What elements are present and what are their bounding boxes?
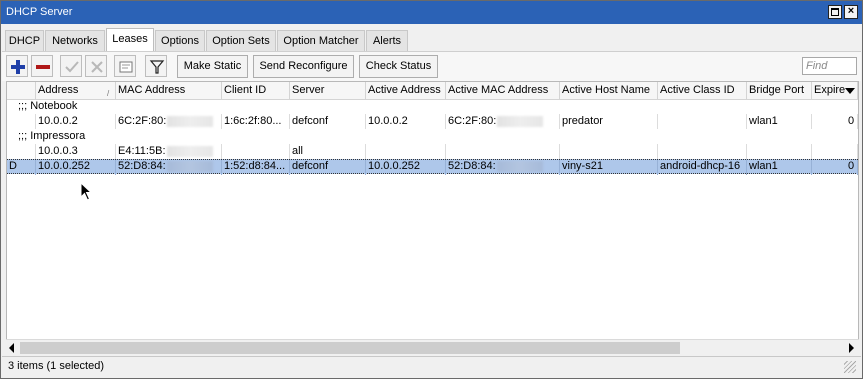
restore-button[interactable] [828, 5, 842, 19]
filter-button[interactable] [145, 55, 167, 77]
tab-networks[interactable]: Networks [45, 30, 105, 51]
disable-icon [91, 61, 103, 73]
cell-server: all [290, 144, 366, 159]
comment-text: ;;; Notebook [18, 100, 78, 112]
column-menu-icon[interactable] [845, 88, 855, 94]
enable-icon [65, 61, 79, 73]
column-header-flags[interactable] [7, 82, 36, 100]
cell-mac-address: 52:D8:84: [116, 160, 222, 175]
cell-flag [7, 144, 36, 159]
column-header-bridge-port[interactable]: Bridge Port [747, 82, 812, 100]
check-status-button[interactable]: Check Status [359, 55, 438, 78]
remove-icon [36, 65, 50, 69]
cell-client-id: 1:52:d8:84... [222, 160, 290, 175]
column-header-client-id[interactable]: Client ID [222, 82, 290, 100]
comment-text: ;;; Impressora [18, 130, 86, 142]
cell-expire [812, 144, 858, 159]
tab-leases[interactable]: Leases [106, 28, 154, 52]
restore-icon [831, 8, 839, 16]
cell-active-host-name: viny-s21 [560, 160, 658, 175]
cell-bridge-port [747, 144, 812, 159]
horizontal-scrollbar[interactable] [6, 339, 859, 355]
tab-alerts[interactable]: Alerts [366, 30, 408, 51]
cell-expire: 0 [812, 160, 858, 175]
scroll-right-icon[interactable] [849, 343, 854, 353]
cell-address: 10.0.0.252 [36, 160, 116, 175]
make-static-button[interactable]: Make Static [177, 55, 248, 78]
close-button[interactable]: × [844, 5, 858, 19]
disable-button[interactable] [85, 55, 107, 77]
column-header-server[interactable]: Server [290, 82, 366, 100]
tab-options[interactable]: Options [155, 30, 205, 51]
close-icon: × [847, 5, 855, 17]
redacted-mask [497, 115, 544, 127]
cell-flag: D [7, 160, 36, 175]
cell-mac-address: 6C:2F:80: [116, 114, 222, 129]
leases-table: Address / MAC Address Client ID Server Ac… [6, 81, 859, 355]
cell-active-host-name [560, 144, 658, 159]
column-header-active-address[interactable]: Active Address [366, 82, 446, 100]
cell-server: defconf [290, 114, 366, 129]
cell-bridge-port: wlan1 [747, 114, 812, 129]
tab-option-matcher[interactable]: Option Matcher [277, 30, 365, 51]
column-header-address[interactable]: Address / [36, 82, 116, 100]
mouse-cursor-icon [80, 182, 93, 201]
tab-dhcp[interactable]: DHCP [5, 30, 44, 51]
enable-button[interactable] [60, 55, 82, 77]
column-header-active-host-name[interactable]: Active Host Name [560, 82, 658, 100]
add-button[interactable] [6, 55, 28, 77]
redacted-mask [167, 115, 214, 127]
cell-client-id: 1:6c:2f:80... [222, 114, 290, 129]
column-header-active-class-id[interactable]: Active Class ID [658, 82, 747, 100]
cell-bridge-port: wlan1 [747, 160, 812, 175]
title-bar[interactable]: DHCP Server × [1, 1, 862, 24]
status-text: 3 items (1 selected) [8, 360, 104, 372]
cell-active-host-name: predator [560, 114, 658, 129]
table-comment-row[interactable]: ;;; Impressora [7, 129, 858, 144]
tab-option-sets[interactable]: Option Sets [206, 30, 276, 51]
table-row[interactable]: 10.0.0.2 6C:2F:80: 1:6c:2f:80... defconf… [7, 114, 858, 129]
cell-address: 10.0.0.2 [36, 114, 116, 129]
column-header-mac-address[interactable]: MAC Address [116, 82, 222, 100]
cell-address: 10.0.0.3 [36, 144, 116, 159]
cell-active-address: 10.0.0.2 [366, 114, 446, 129]
table-comment-row[interactable]: ;;; Notebook [7, 99, 858, 114]
cell-active-mac-address: 6C:2F:80: [446, 114, 560, 129]
cell-server: defconf [290, 160, 366, 175]
cell-flag [7, 114, 36, 129]
scrollbar-thumb[interactable] [20, 342, 680, 354]
table-header: Address / MAC Address Client ID Server Ac… [7, 82, 858, 100]
cell-active-class-id: android-dhcp-16 [658, 160, 747, 175]
window-title: DHCP Server [6, 6, 73, 18]
remove-button[interactable] [31, 55, 53, 77]
redacted-mask [166, 160, 213, 172]
cell-active-address [366, 144, 446, 159]
redacted-mask [166, 145, 213, 157]
comment-icon [119, 61, 133, 73]
comment-button[interactable] [114, 55, 136, 77]
find-input[interactable] [802, 57, 857, 75]
cell-mac-address: E4:11:5B: [116, 144, 222, 159]
dhcp-server-window: DHCP Server × DHCP Networks Leases Optio… [0, 0, 863, 379]
column-header-active-mac-address[interactable]: Active MAC Address [446, 82, 560, 100]
cell-expire: 0 [812, 114, 858, 129]
filter-icon [149, 60, 165, 74]
resize-grip-icon[interactable] [844, 361, 856, 373]
sort-icon: / [107, 89, 110, 98]
table-row[interactable]: 10.0.0.3 E4:11:5B: all [7, 144, 858, 159]
cell-client-id [222, 144, 290, 159]
status-bar: 3 items (1 selected) [2, 356, 861, 376]
add-icon [11, 60, 25, 74]
redacted-mask [496, 160, 543, 172]
cell-active-class-id [658, 144, 747, 159]
scroll-left-icon[interactable] [9, 343, 14, 353]
cell-active-mac-address [446, 144, 560, 159]
send-reconfigure-button[interactable]: Send Reconfigure [253, 55, 354, 78]
cell-active-address: 10.0.0.252 [366, 160, 446, 175]
cell-active-class-id [658, 114, 747, 129]
table-row-selected[interactable]: D 10.0.0.252 52:D8:84: 1:52:d8:84... def… [7, 159, 858, 175]
cell-active-mac-address: 52:D8:84: [446, 160, 560, 175]
